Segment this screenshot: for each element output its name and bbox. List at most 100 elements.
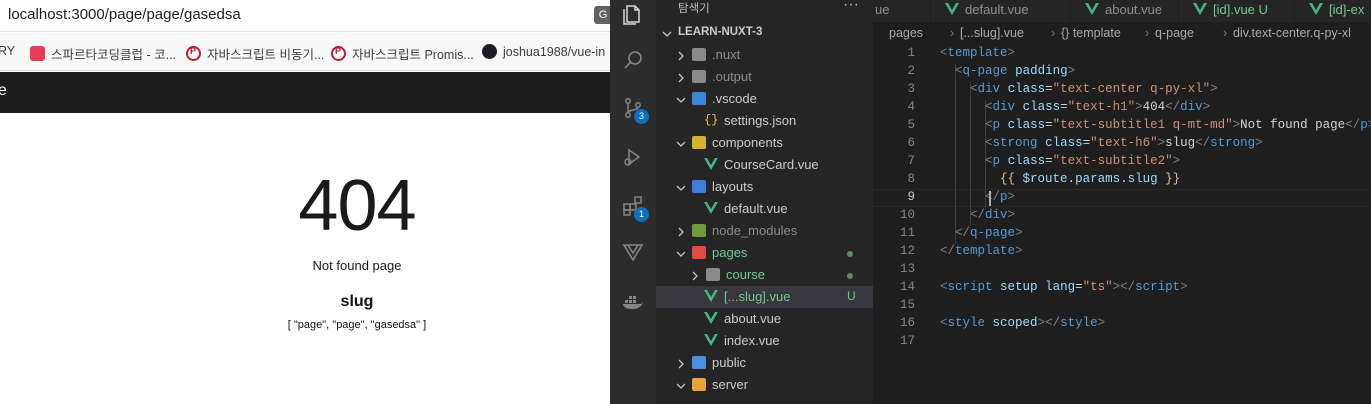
tree-item-label: layouts	[712, 179, 754, 194]
code-line[interactable]: </p>	[940, 190, 1015, 208]
code-line[interactable]: <p class="text-subtitle2">	[940, 154, 1180, 172]
address-bar[interactable]: localhost:3000/page/page/gasedsa G	[0, 0, 610, 32]
extensions-icon[interactable]: 1	[621, 194, 649, 222]
tree-item[interactable]: pages	[656, 242, 873, 264]
tree-item-label: public	[712, 355, 746, 370]
docker-icon[interactable]	[621, 290, 645, 314]
code-token: >	[1135, 100, 1143, 114]
code-token: =	[1075, 280, 1083, 294]
code-line[interactable]: </template>	[940, 244, 1023, 262]
breadcrumb-item[interactable]: [...slug].vue	[960, 26, 1024, 40]
tree-item[interactable]: server	[656, 374, 873, 396]
tab-label: [id].vue U	[1213, 2, 1268, 17]
code-token: =	[1060, 100, 1068, 114]
code-token: <	[985, 118, 993, 132]
editor-tab[interactable]: [id]-ex	[1295, 0, 1371, 22]
code-line[interactable]: <div class="text-h1">404</div>	[940, 100, 1210, 118]
line-number: 8	[907, 172, 915, 186]
url-text[interactable]: localhost:3000/page/page/gasedsa	[8, 6, 241, 23]
tree-item[interactable]: index.vue	[656, 330, 873, 352]
code-token: <	[985, 154, 993, 168]
breadcrumb-item[interactable]: pages	[889, 26, 923, 40]
code-line[interactable]: {{ $route.params.slug }}	[940, 172, 1180, 190]
code-token: >	[1202, 100, 1211, 114]
tree-item-label: components	[712, 135, 783, 150]
tree-item[interactable]: .vscode	[656, 88, 873, 110]
error-code: 404	[298, 166, 416, 246]
editor-tab[interactable]: [id].vue U	[1179, 0, 1295, 22]
run-debug-icon[interactable]	[621, 145, 645, 169]
bookmark-item[interactable]: RY	[0, 44, 15, 58]
code-line[interactable]: <script setup lang="ts"></script>	[940, 280, 1188, 298]
text-cursor	[989, 191, 991, 206]
bookmark-item[interactable]: joshua1988/vue-in	[482, 44, 605, 59]
tree-item[interactable]: node_modules	[656, 220, 873, 242]
vue-file-icon	[1085, 3, 1099, 18]
code-token: params	[1075, 172, 1121, 186]
code-line[interactable]: <template>	[940, 46, 1015, 64]
vue-devtools-icon[interactable]	[621, 240, 645, 264]
code-editor[interactable]: 1 <template> 2 <q-page padding> 3 <div clas…	[873, 46, 1371, 404]
code-token: >	[1157, 136, 1166, 150]
code-line[interactable]: <strong class="text-h6">slug</strong>	[940, 136, 1263, 154]
tree-item[interactable]: about.vue	[656, 308, 873, 330]
code-token: >	[1180, 280, 1188, 294]
tab-label: default.vue	[965, 2, 1029, 17]
source-control-icon[interactable]: 3	[621, 96, 649, 124]
tree-item[interactable]: [...slug].vue U	[656, 286, 873, 308]
line-number: 1	[907, 46, 915, 60]
code-token: {{	[1000, 172, 1023, 186]
more-actions-icon[interactable]: ···	[843, 0, 859, 14]
tree-item-label: default.vue	[724, 201, 788, 216]
code-token: p	[1360, 118, 1368, 132]
tree-item[interactable]: .output	[656, 66, 873, 88]
code-line[interactable]: </q-page>	[940, 226, 1023, 244]
tree-item[interactable]: .nuxt	[656, 44, 873, 66]
breadcrumb-item[interactable]: div.text-center.q-py-xl	[1233, 26, 1351, 40]
files-icon[interactable]	[621, 3, 645, 27]
editor-tab[interactable]: about.vue	[1071, 0, 1179, 22]
bookmark-label: 자바스크립트 비동기...	[207, 48, 325, 62]
breadcrumb-item[interactable]: {} template	[1061, 26, 1121, 40]
editor-tab[interactable]: default.vue	[931, 0, 1071, 22]
code-token: >	[1015, 226, 1023, 240]
bookmark-item[interactable]: 자바스크립트 Promis...	[331, 44, 474, 63]
tree-item[interactable]: default.vue	[656, 198, 873, 220]
tree-item[interactable]: course	[656, 264, 873, 286]
folder-icon	[692, 70, 706, 83]
tree-item-label: .vscode	[712, 91, 757, 106]
line-number: 17	[899, 334, 915, 348]
code-line[interactable]: <div class="text-center q-py-xl">	[940, 82, 1218, 100]
breadcrumb-item[interactable]: q-page	[1155, 26, 1194, 40]
tree-item[interactable]: public	[656, 352, 873, 374]
vscode-window: 31 탐색기 ··· LEARN-NUXT-3 .nuxt .output .vsco…	[610, 0, 1371, 404]
search-icon[interactable]	[621, 48, 645, 72]
code-token: div	[977, 82, 1001, 96]
code-token: div	[992, 100, 1016, 114]
chevron-down-icon	[676, 137, 686, 147]
bookmark-item[interactable]: 스파르타코딩클럽 - 코...	[30, 44, 176, 63]
chevron-down-icon	[676, 93, 686, 103]
code-line[interactable]: <q-page padding>	[940, 64, 1075, 82]
editor-tab[interactable]: ue	[873, 0, 931, 22]
code-line[interactable]: <p class="text-subtitle1 q-mt-md">Not fo…	[940, 118, 1371, 136]
bookmark-item[interactable]: 자바스크립트 비동기...	[186, 44, 324, 63]
code-line[interactable]: <style scoped></style>	[940, 316, 1105, 334]
translate-icon[interactable]: G	[594, 6, 610, 24]
tree-item[interactable]: {} settings.json	[656, 110, 873, 132]
vue-file-icon	[704, 202, 718, 215]
tree-item[interactable]: layouts	[656, 176, 873, 198]
code-line[interactable]: </div>	[940, 208, 1015, 226]
tree-item[interactable]: CourseCard.vue	[656, 154, 873, 176]
code-token: style	[1060, 316, 1098, 330]
chevron-down-icon	[662, 27, 672, 37]
route-params-text: [ "page", "page", "gasedsa" ]	[287, 319, 427, 331]
bookmark-label: 스파르타코딩클럽 - 코...	[51, 48, 177, 62]
bookmark-label: RY	[0, 44, 16, 58]
code-token: .	[1120, 172, 1128, 186]
tree-item[interactable]: LEARN-NUXT-3	[656, 22, 873, 44]
code-token: >	[1007, 190, 1016, 204]
tree-item[interactable]: components	[656, 132, 873, 154]
